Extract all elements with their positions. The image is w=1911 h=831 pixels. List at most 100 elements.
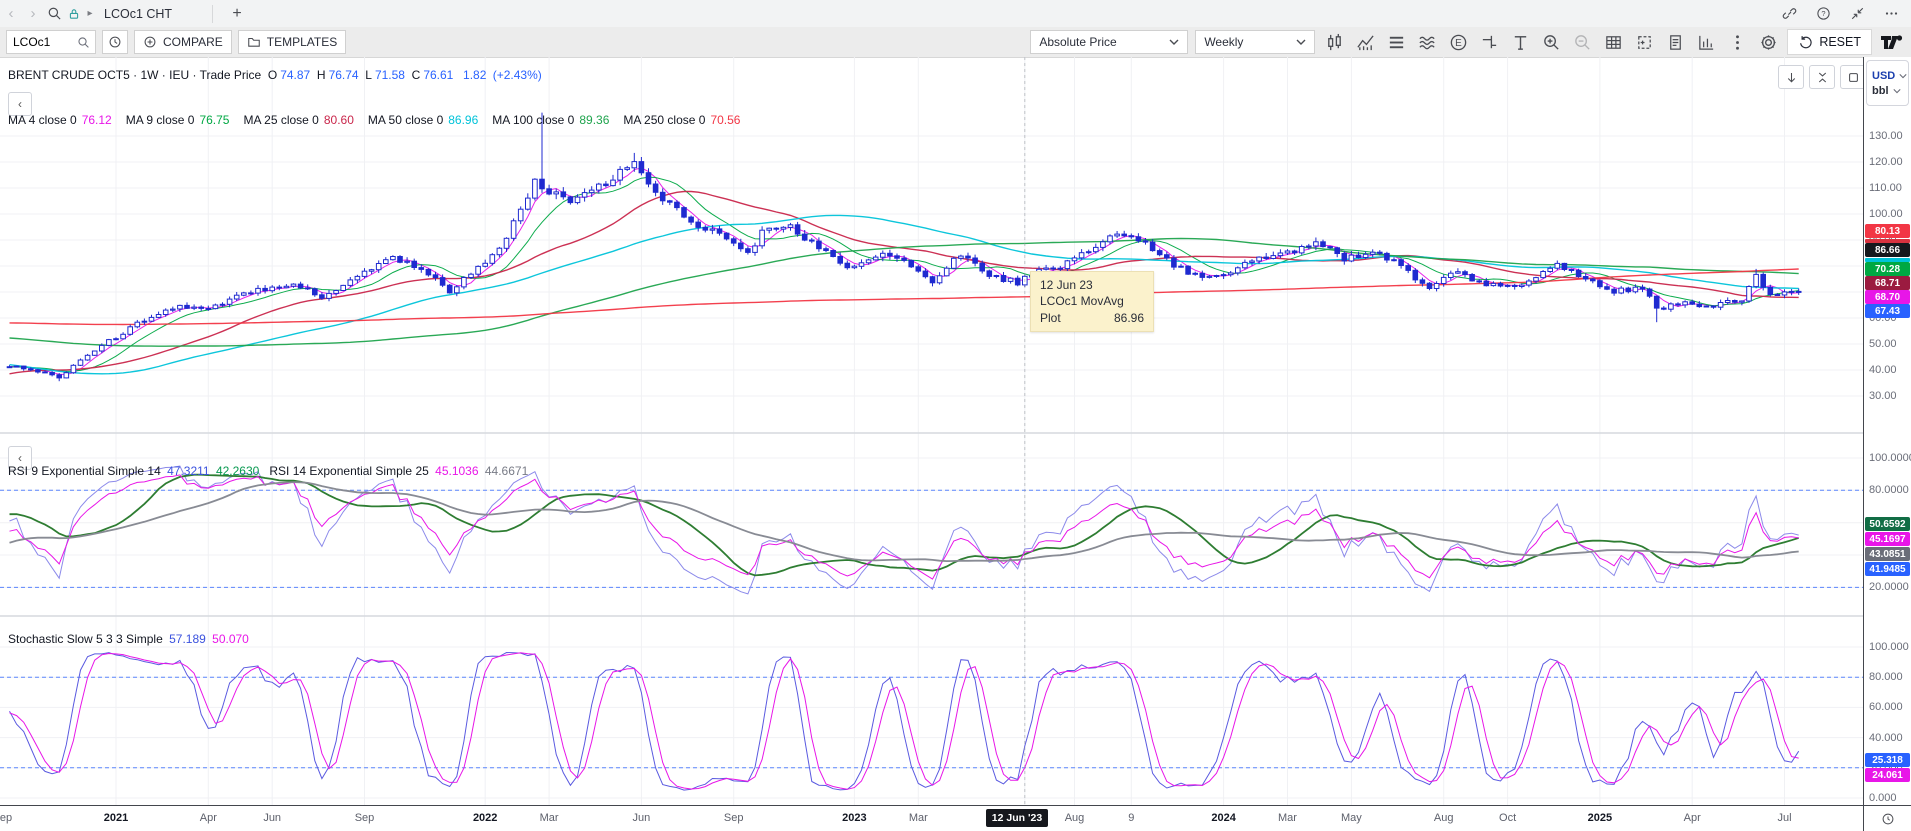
events-icon[interactable]: E (1446, 30, 1470, 54)
ohlc-low: 71.58 (375, 68, 405, 82)
axis-price-badge: 43.0851 (1865, 547, 1910, 561)
pane-move-down-button[interactable] (1778, 65, 1804, 89)
search-icon[interactable] (44, 4, 64, 24)
caret-icon[interactable]: ▸ (84, 8, 96, 19)
axis-tick-label: 100.000 (1869, 641, 1911, 653)
zoom-in-icon[interactable] (1539, 30, 1563, 54)
time-axis-label: Mar (888, 812, 948, 824)
forward-arrow-icon[interactable]: › (22, 5, 44, 22)
chart-canvas[interactable] (0, 57, 1863, 805)
axis-price-badge: 86.66 (1865, 243, 1910, 257)
time-axis[interactable]: Sep2021AprJunSep2022MarJunSep2023MarAug9… (0, 805, 1863, 831)
add-tab-button[interactable]: + (227, 5, 247, 23)
axis-price-badge: 80.13 (1865, 224, 1910, 238)
axis-tick-label: 100.0000 (1869, 452, 1911, 464)
axis-tick-label: 80.0000 (1869, 484, 1911, 496)
tab-title[interactable]: LCOc1 CHT (104, 7, 172, 21)
zoom-out-icon[interactable] (1570, 30, 1594, 54)
time-axis-label: May (1321, 812, 1381, 824)
unit-label[interactable]: bbl (1872, 85, 1889, 97)
symbol-meta: · 1W · IEU · Trade Price (133, 68, 261, 82)
waves-overlay-icon[interactable] (1415, 30, 1439, 54)
lock-icon (64, 4, 84, 24)
axis-price-badge: 41.9485 (1865, 562, 1910, 576)
link-icon[interactable] (1779, 4, 1799, 24)
compare-plus-icon (143, 35, 157, 49)
ma-legend-item[interactable]: MA 250 close 070.56 (623, 113, 740, 127)
tradingview-logo (1879, 32, 1905, 52)
ma-label: MA 50 close 0 (368, 113, 443, 127)
timezone-clock-icon (1881, 812, 1895, 826)
time-axis-label: 2024 (1194, 812, 1254, 824)
ohlc-high-label: H (317, 68, 326, 82)
price-axis[interactable]: USD bbl 130.00120.00110.00100.0090.0080.… (1863, 57, 1911, 805)
axis-tick-label: 60.000 (1869, 701, 1911, 713)
text-tool-icon[interactable] (1508, 30, 1532, 54)
symbol-title[interactable]: BRENT CRUDE OCT5 (8, 68, 130, 82)
report-icon[interactable] (1663, 30, 1687, 54)
ma-legend-item[interactable]: MA 9 close 076.75 (126, 113, 230, 127)
chart-style-icon[interactable] (1322, 30, 1346, 54)
chevron-down-icon (1296, 37, 1306, 47)
snapshot-icon[interactable] (1632, 30, 1656, 54)
rsi-value-3: 45.1036 (435, 464, 478, 478)
time-axis-corner[interactable] (1863, 805, 1911, 831)
stoch-legend-title[interactable]: Stochastic Slow 5 3 3 Simple (8, 632, 163, 646)
time-axis-label: 2023 (824, 812, 884, 824)
stoch-legend: Stochastic Slow 5 3 3 Simple 57.189 50.0… (8, 632, 249, 646)
kebab-menu-icon[interactable] (1725, 30, 1749, 54)
compare-button[interactable]: COMPARE (134, 30, 232, 54)
axis-tick-label: 120.00 (1869, 156, 1911, 168)
data-table-icon[interactable] (1601, 30, 1625, 54)
time-axis-label: Apr (1662, 812, 1722, 824)
ma-label: MA 250 close 0 (623, 113, 705, 127)
rsi-legend-title-2[interactable]: RSI 14 Exponential Simple 25 (269, 464, 428, 478)
history-clock-button[interactable] (102, 30, 128, 54)
ohlc-open-label: O (268, 68, 277, 82)
price-mode-select[interactable]: Absolute Price (1030, 30, 1188, 54)
scale-tool-icon[interactable] (1477, 30, 1501, 54)
templates-button[interactable]: TEMPLATES (238, 30, 346, 54)
ma-legend-item[interactable]: MA 4 close 076.12 (8, 113, 112, 127)
chevron-down-icon (1169, 37, 1179, 47)
export-chart-icon[interactable] (1694, 30, 1718, 54)
stoch-value-1: 57.189 (169, 632, 206, 646)
collapse-window-icon[interactable] (1847, 4, 1867, 24)
settings-gear-icon[interactable] (1756, 30, 1780, 54)
currency-label[interactable]: USD (1872, 70, 1895, 82)
ma-legend-item[interactable]: MA 100 close 089.36 (492, 113, 609, 127)
toolbar: COMPARE TEMPLATES Absolute Price Weekly … (0, 27, 1911, 58)
ohlc-high: 76.74 (329, 68, 359, 82)
time-axis-label: 2025 (1570, 812, 1630, 824)
rsi-legend: RSI 9 Exponential Simple 14 47.3211 42.2… (8, 464, 528, 478)
interval-value: Weekly (1204, 35, 1243, 49)
pane-collapse-button[interactable] (1809, 65, 1835, 89)
tabbar-right-icons: ? (1779, 4, 1911, 24)
axis-price-badge: 50.6592 (1865, 517, 1910, 531)
ma-legend-item[interactable]: MA 50 close 086.96 (368, 113, 478, 127)
reset-button[interactable]: RESET (1787, 29, 1872, 55)
interval-select[interactable]: Weekly (1195, 30, 1315, 54)
layers-icon[interactable] (1384, 30, 1408, 54)
axis-tick-label: 100.00 (1869, 208, 1911, 220)
tooltip-date: 12 Jun 23 (1040, 278, 1144, 292)
rsi-legend-title-1[interactable]: RSI 9 Exponential Simple 14 (8, 464, 161, 478)
help-icon[interactable]: ? (1813, 4, 1833, 24)
axis-tick-label: 40.00 (1869, 364, 1911, 376)
symbol-search-box[interactable] (6, 30, 96, 54)
ohlc-open: 74.87 (280, 68, 310, 82)
unit-selector[interactable]: USD bbl (1866, 60, 1909, 106)
time-axis-label: Sep (335, 812, 395, 824)
time-axis-label: Jul (1755, 812, 1815, 824)
back-arrow-icon[interactable]: ‹ (0, 5, 22, 22)
symbol-input[interactable] (7, 34, 77, 50)
symbol-search-icon[interactable] (77, 36, 90, 49)
ma-legend-item[interactable]: MA 25 close 080.60 (243, 113, 353, 127)
indicators-icon[interactable] (1353, 30, 1377, 54)
pane-controls (1778, 65, 1866, 89)
more-options-icon[interactable] (1881, 4, 1901, 24)
svg-text:?: ? (1821, 9, 1825, 18)
svg-text:E: E (1455, 38, 1462, 49)
time-axis-label: Sep (0, 812, 32, 824)
time-axis-label: Aug (1414, 812, 1474, 824)
